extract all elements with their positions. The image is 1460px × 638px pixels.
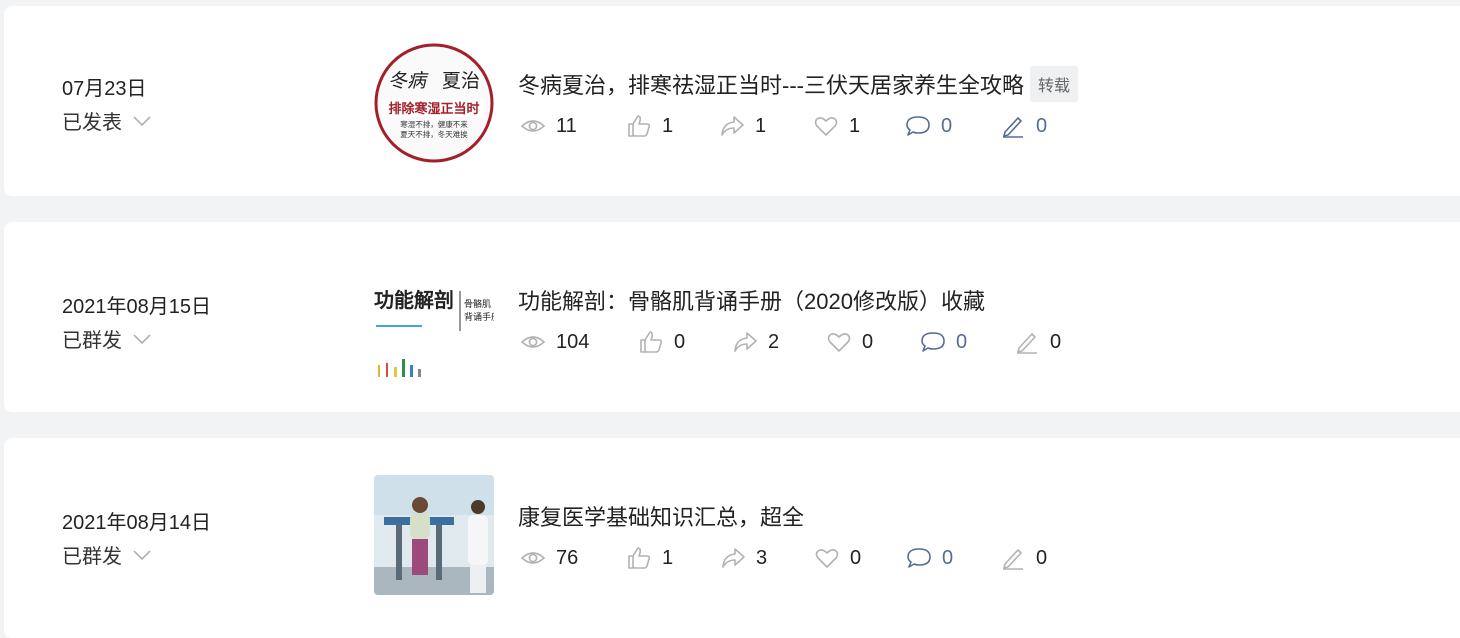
comment-icon [921, 332, 945, 352]
views-stat: 11 [520, 113, 626, 139]
eye-icon [520, 336, 546, 348]
likes-stat: 1 [626, 113, 719, 139]
views-stat: 76 [520, 545, 626, 571]
chevron-down-icon [133, 549, 151, 560]
edit-count: 0 [1036, 114, 1048, 137]
article-title[interactable]: 冬病夏治，排寒祛湿正当时---三伏天居家养生全攻略 转载 [518, 66, 1078, 102]
likes-stat: 1 [626, 545, 720, 571]
thumb-text: 骨骼肌 [464, 298, 491, 310]
thumb-text: 冬病 [388, 70, 429, 92]
shares-count: 3 [756, 546, 768, 569]
edit-stat[interactable]: 0 [1000, 545, 1047, 571]
status-label: 已发表 [62, 112, 122, 134]
status-label: 已群发 [62, 330, 122, 352]
likes-count: 1 [662, 546, 674, 569]
status-label: 已群发 [62, 546, 122, 568]
post-date: 07月23日 [62, 78, 147, 100]
post-card[interactable]: 2021年08月15日 已群发 功能解剖 骨骼肌 背诵手册 功能解剖：骨骼肌背诵… [4, 222, 1460, 412]
thumbs-up-icon [628, 547, 651, 569]
article-thumbnail[interactable]: 冬病 夏治 排除寒湿正当时 寒湿不排，健康不来 夏天不排，冬天难挨 [374, 43, 494, 163]
comments-count: 0 [942, 546, 954, 569]
thumbs-up-icon [628, 115, 651, 137]
favorites-stat: 0 [826, 329, 920, 355]
likes-count: 0 [674, 330, 686, 353]
shares-count: 1 [755, 114, 767, 137]
article-title[interactable]: 康复医学基础知识汇总，超全 [518, 500, 804, 532]
favorites-count: 1 [849, 114, 861, 137]
post-date: 2021年08月14日 [62, 512, 211, 534]
eye-icon [520, 120, 546, 132]
favorites-stat: 1 [813, 113, 905, 139]
thumb-text: 排除寒湿正当时 [388, 101, 479, 117]
heart-icon [814, 117, 838, 136]
comments-count: 0 [956, 330, 968, 353]
status-dropdown[interactable]: 已群发 [62, 324, 152, 353]
status-dropdown[interactable]: 已群发 [62, 540, 152, 569]
comments-stat[interactable]: 0 [920, 329, 1014, 355]
article-thumbnail[interactable]: 功能解剖 骨骼肌 背诵手册 [374, 259, 494, 379]
comments-count: 0 [941, 114, 953, 137]
thumb-text: 背诵手册 [464, 311, 494, 323]
status-dropdown[interactable]: 已发表 [62, 106, 152, 135]
likes-stat: 0 [638, 329, 732, 355]
stats-row: 11 1 1 1 0 0 [520, 113, 1047, 139]
article-thumbnail[interactable] [374, 475, 494, 595]
article-title-text: 康复医学基础知识汇总，超全 [518, 505, 805, 530]
favorites-count: 0 [850, 546, 862, 569]
shares-count: 2 [768, 330, 780, 353]
shares-stat: 3 [720, 545, 814, 571]
comment-icon [907, 548, 931, 568]
chevron-down-icon [133, 333, 151, 344]
views-stat: 104 [520, 329, 638, 355]
likes-count: 1 [662, 114, 674, 137]
heart-icon [827, 333, 851, 352]
pencil-icon [1017, 333, 1037, 354]
comments-stat[interactable]: 0 [906, 545, 1000, 571]
chevron-down-icon [133, 115, 151, 126]
pencil-icon [1003, 549, 1023, 570]
article-title-text: 冬病夏治，排寒祛湿正当时---三伏天居家养生全攻略 [518, 73, 1024, 98]
repost-tag: 转载 [1029, 66, 1078, 102]
shares-stat: 2 [732, 329, 826, 355]
share-icon [721, 116, 744, 136]
favorites-stat: 0 [814, 545, 906, 571]
stats-row: 104 0 2 0 0 0 [520, 329, 1061, 355]
edit-count: 0 [1050, 330, 1062, 353]
edit-stat[interactable]: 0 [1014, 329, 1061, 355]
thumb-text: 夏天不排，冬天难挨 [400, 129, 468, 139]
shares-stat: 1 [719, 113, 813, 139]
comment-icon [906, 116, 930, 136]
article-title-text: 功能解剖：骨骼肌背诵手册（2020修改版）收藏 [518, 289, 985, 314]
edit-count: 0 [1036, 546, 1048, 569]
post-card[interactable]: 2021年08月14日 已群发 康复医学基础知识汇总，超全 76 1 3 0 0… [4, 438, 1460, 638]
post-date: 2021年08月15日 [62, 296, 211, 318]
views-count: 104 [556, 330, 590, 353]
heart-icon [815, 549, 839, 568]
comments-stat[interactable]: 0 [905, 113, 1000, 139]
share-icon [734, 332, 757, 352]
article-title[interactable]: 功能解剖：骨骼肌背诵手册（2020修改版）收藏 [518, 284, 985, 316]
views-count: 76 [556, 546, 579, 569]
pencil-icon [1003, 117, 1023, 138]
share-icon [722, 548, 745, 568]
favorites-count: 0 [862, 330, 874, 353]
edit-stat[interactable]: 0 [1000, 113, 1047, 139]
views-count: 11 [556, 114, 577, 137]
eye-icon [520, 552, 546, 564]
stats-row: 76 1 3 0 0 0 [520, 545, 1047, 571]
thumbs-up-icon [640, 331, 663, 353]
post-card[interactable]: 07月23日 已发表 冬病 夏治 排除寒湿正当时 寒湿不排，健康不来 夏天不排，… [4, 6, 1460, 196]
thumb-text: 功能解剖 [374, 288, 454, 312]
thumb-text: 寒湿不排，健康不来 [400, 119, 468, 129]
thumb-text: 夏治 [442, 70, 480, 92]
